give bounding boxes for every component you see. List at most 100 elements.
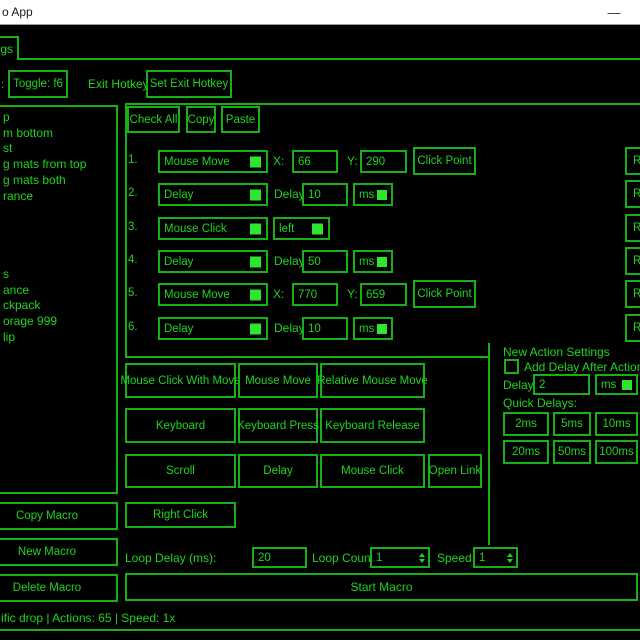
new-action-button[interactable]: Relative Mouse Move (320, 363, 425, 398)
delay-unit-dropdown[interactable]: ms (353, 317, 393, 340)
macro-list[interactable]: pm bottomstg mats from topg mats bothran… (0, 105, 118, 494)
new-action-button[interactable]: Open Link (428, 454, 482, 488)
action-type-dropdown[interactable]: Delay (158, 250, 268, 273)
stepper-arrows-icon[interactable] (419, 553, 425, 563)
new-action-button[interactable]: Keyboard Press (238, 408, 318, 443)
action-type-dropdown-value: Mouse Click (164, 223, 227, 235)
delay-unit-dropdown[interactable]: ms (353, 250, 393, 273)
x-input[interactable]: 66 (292, 150, 338, 173)
quick-delays-label: Quick Delays: (503, 396, 577, 410)
delay-input[interactable]: 50 (302, 250, 348, 273)
remove-button[interactable]: R (625, 314, 640, 342)
window-bottom-border (0, 629, 640, 631)
remove-button[interactable]: R (625, 214, 640, 242)
y-input[interactable]: 290 (360, 150, 407, 173)
delay-input[interactable]: 10 (302, 317, 348, 340)
new-action-button[interactable]: Keyboard (125, 408, 236, 443)
action-type-dropdown-value: Delay (164, 323, 193, 335)
macro-list-item[interactable]: orage 999 (3, 314, 57, 330)
new-action-button[interactable]: Keyboard Release (320, 408, 425, 443)
quick-delay-button[interactable]: 50ms (553, 440, 591, 464)
hotkey-label-cut: : (1, 77, 4, 91)
new-action-button[interactable]: Mouse Click (320, 454, 425, 488)
actions-panel-border-left (125, 103, 127, 358)
speed-stepper[interactable]: 1 (473, 547, 518, 568)
dropdown-indicator-icon (377, 190, 387, 200)
click-point-button[interactable]: Click Point (413, 280, 476, 308)
remove-button[interactable]: R (625, 147, 640, 175)
quick-delay-button[interactable]: 20ms (503, 440, 549, 464)
set-exit-hotkey-button[interactable]: Set Exit Hotkey (146, 70, 232, 98)
macro-list-item[interactable]: rance (3, 189, 33, 205)
window-title: o App (2, 5, 33, 19)
settings-delay-unit-dropdown[interactable]: ms (595, 374, 638, 395)
speed-label: Speed: (437, 551, 475, 565)
minimize-button[interactable]: — (600, 0, 628, 24)
copy-macro-button[interactable]: Copy Macro (0, 502, 118, 530)
delay-unit-dropdown-value: ms (359, 189, 374, 201)
new-action-button[interactable]: Delay (238, 454, 318, 488)
new-action-button[interactable]: Scroll (125, 454, 236, 488)
exit-hotkey-label: Exit Hotkey: (88, 77, 152, 91)
start-macro-button[interactable]: Start Macro (125, 573, 638, 601)
macro-list-item[interactable]: ance (3, 283, 29, 299)
settings-delay-unit-value: ms (601, 379, 616, 391)
new-action-button[interactable]: Mouse Click With Move (125, 363, 236, 398)
stepper-arrows-icon[interactable] (507, 553, 513, 563)
copy-button[interactable]: Copy (186, 106, 216, 133)
action-type-dropdown[interactable]: Delay (158, 183, 268, 206)
settings-delay-input[interactable]: 2 (533, 374, 590, 395)
x-label: X: (273, 287, 284, 301)
titlebar: o App (0, 0, 640, 25)
row-number: 5. (128, 287, 138, 299)
macro-list-item[interactable]: st (3, 141, 12, 157)
macro-list-item[interactable]: g mats from top (3, 157, 86, 173)
quick-delay-button[interactable]: 10ms (595, 412, 638, 436)
dropdown-indicator-icon (250, 156, 261, 167)
add-delay-checkbox[interactable] (504, 359, 519, 374)
paste-button[interactable]: Paste (221, 106, 260, 133)
delete-macro-button[interactable]: Delete Macro (0, 574, 118, 602)
dropdown-indicator-icon (377, 324, 387, 334)
quick-delay-button[interactable]: 2ms (503, 412, 549, 436)
dropdown-indicator-icon (250, 223, 261, 234)
loop-delay-input[interactable]: 20 (252, 547, 307, 568)
remove-button[interactable]: R (625, 180, 640, 208)
row-number: 3. (128, 221, 138, 233)
add-delay-checkbox-label: Add Delay After Action (524, 360, 640, 374)
speed-value: 1 (479, 552, 485, 564)
action-type-dropdown-value: Delay (164, 256, 193, 268)
loop-delay-label: Loop Delay (ms): (125, 551, 216, 565)
x-input[interactable]: 770 (292, 283, 338, 306)
macro-list-item[interactable]: g mats both (3, 173, 66, 189)
macro-list-item[interactable]: lip (3, 330, 15, 346)
settings-delay-label: Delay: (503, 378, 537, 392)
new-macro-button[interactable]: New Macro (0, 538, 118, 566)
click-point-button[interactable]: Click Point (413, 147, 476, 175)
dropdown-indicator-icon (377, 257, 387, 267)
dropdown-indicator-icon (250, 256, 261, 267)
new-action-button[interactable]: Mouse Move (238, 363, 318, 398)
action-type-dropdown[interactable]: Mouse Click (158, 217, 268, 240)
tab-settings[interactable]: gs (0, 36, 19, 60)
action-type-dropdown[interactable]: Mouse Move (158, 150, 268, 173)
macro-list-item[interactable]: ckpack (3, 298, 40, 314)
y-input[interactable]: 659 (360, 283, 407, 306)
delay-unit-dropdown[interactable]: ms (353, 183, 393, 206)
remove-button[interactable]: R (625, 280, 640, 308)
loop-count-stepper[interactable]: 1 (370, 547, 430, 568)
delay-input[interactable]: 10 (302, 183, 348, 206)
dropdown-indicator-icon (312, 223, 323, 234)
quick-delay-button[interactable]: 5ms (553, 412, 591, 436)
check-all-button[interactable]: Check All (127, 106, 180, 133)
action-type-dropdown[interactable]: Delay (158, 317, 268, 340)
new-action-button[interactable]: Right Click (125, 502, 236, 528)
mouse-button-dropdown[interactable]: left (273, 217, 330, 240)
macro-list-item[interactable]: s (3, 267, 9, 283)
quick-delay-button[interactable]: 100ms (595, 440, 638, 464)
macro-list-item[interactable]: p (3, 110, 10, 126)
toggle-hotkey-button[interactable]: Toggle: f6 (8, 70, 68, 98)
action-type-dropdown[interactable]: Mouse Move (158, 283, 268, 306)
macro-list-item[interactable]: m bottom (3, 126, 53, 142)
remove-button[interactable]: R (625, 247, 640, 275)
